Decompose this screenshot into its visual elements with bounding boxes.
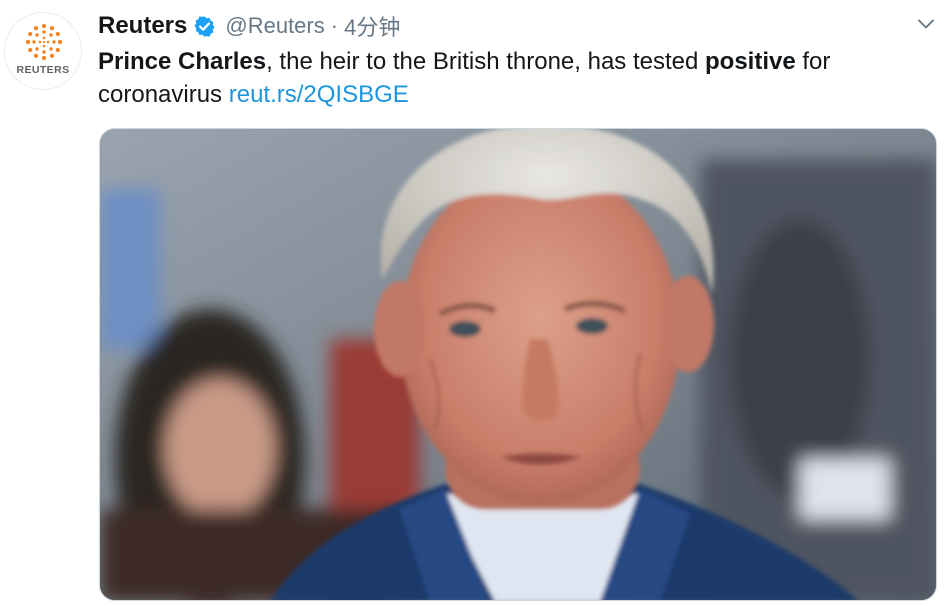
avatar-wordmark: REUTERS — [16, 64, 70, 76]
user-handle[interactable]: @Reuters — [225, 13, 324, 39]
tweet-text: Prince Charles, the heir to the British … — [98, 45, 938, 111]
header-separator: · — [330, 13, 339, 38]
verified-badge-icon — [194, 15, 215, 37]
reuters-logo-icon — [25, 23, 63, 61]
reuters-avatar[interactable]: REUTERS — [4, 12, 82, 90]
tweet-text-bold-1: Prince Charles — [98, 48, 267, 75]
display-name[interactable]: Reuters — [98, 12, 187, 40]
portrait-photo — [100, 129, 936, 600]
tweet-card[interactable]: REUTERS Reuters @Reuters · 4分钟 Prince Ch… — [0, 0, 950, 606]
tweet-timestamp[interactable]: 4分钟 — [344, 10, 400, 42]
tweet-header: Reuters @Reuters · 4分钟 — [98, 10, 400, 42]
tweet-text-bold-2: positive — [705, 48, 796, 75]
tweet-link[interactable]: reut.rs/2QISBGE — [229, 81, 409, 108]
tweet-text-part-1: , the heir to the British throne, has te… — [266, 48, 706, 75]
chevron-down-icon[interactable] — [916, 14, 936, 34]
tweet-photo[interactable] — [99, 128, 937, 601]
